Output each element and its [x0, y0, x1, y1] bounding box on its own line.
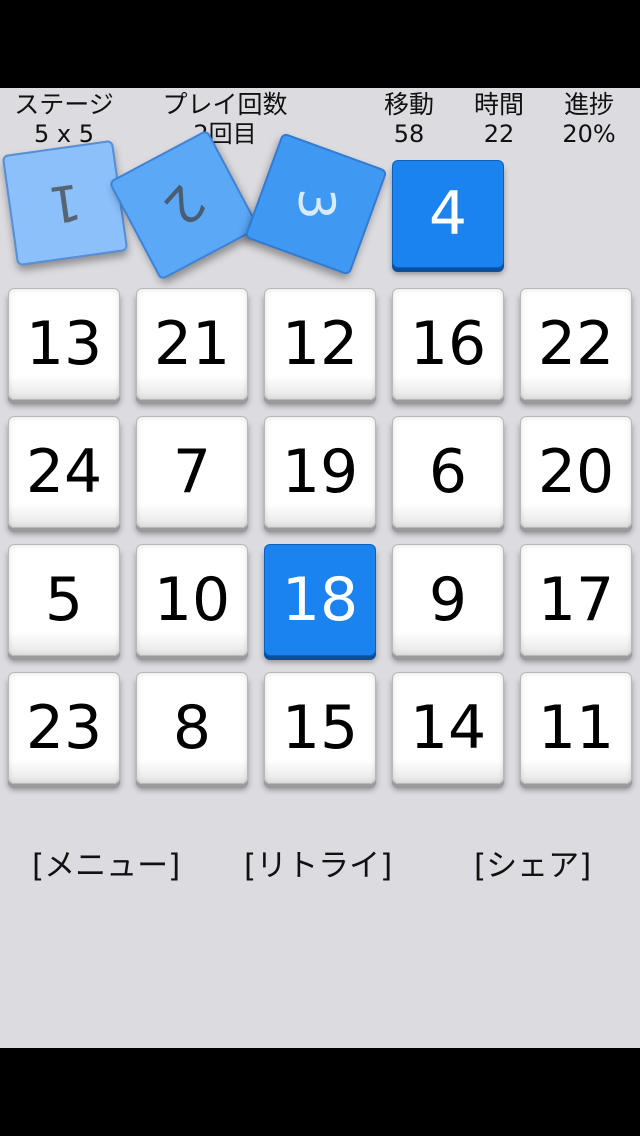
- board-tile-number: 24: [25, 437, 103, 507]
- board-tile[interactable]: 6: [392, 416, 504, 528]
- board-tile[interactable]: 8: [136, 672, 248, 784]
- board-tile-number: 7: [172, 437, 212, 507]
- board-tile[interactable]: 10: [136, 544, 248, 656]
- board-tile[interactable]: 19: [264, 416, 376, 528]
- board-tile-number: 15: [281, 693, 359, 763]
- board-tile[interactable]: 15: [264, 672, 376, 784]
- next-target-tile: 4: [392, 160, 504, 268]
- completed-tile-1: 1: [1, 139, 129, 267]
- board-tile[interactable]: 9: [392, 544, 504, 656]
- completed-tile-2: 2: [108, 129, 260, 281]
- board-tile-number: 18: [281, 565, 359, 635]
- board-tile[interactable]: 14: [392, 672, 504, 784]
- board-tile[interactable]: 22: [520, 288, 632, 400]
- time-value: 22: [483, 120, 515, 148]
- board-tile[interactable]: 11: [520, 672, 632, 784]
- next-target-number: 4: [428, 179, 468, 249]
- board-tile-number: 19: [281, 437, 359, 507]
- retry-button[interactable]: [リトライ]: [244, 840, 392, 885]
- board-tile[interactable]: 7: [136, 416, 248, 528]
- board-tile-number: 10: [153, 565, 231, 635]
- board-tile-number: 17: [537, 565, 615, 635]
- board-tile[interactable]: 16: [392, 288, 504, 400]
- stage-stat: ステージ 5 x 5: [6, 90, 122, 148]
- game-screen: ステージ 5 x 5 プレイ回数 2回目 移動 58 時間 22 進捗 20% …: [0, 88, 640, 1048]
- board-tile[interactable]: 18: [264, 544, 376, 656]
- board-tile[interactable]: 5: [8, 544, 120, 656]
- board-tile-number: 5: [44, 565, 84, 635]
- time-stat: 時間 22: [464, 90, 534, 148]
- board-tile-number: 14: [409, 693, 487, 763]
- board-tile[interactable]: 12: [264, 288, 376, 400]
- board-tile-number: 11: [537, 693, 615, 763]
- board-tile-number: 20: [537, 437, 615, 507]
- moves-stat: 移動 58: [374, 90, 444, 148]
- completed-tile-2-number: 2: [151, 173, 217, 237]
- board-tile[interactable]: 21: [136, 288, 248, 400]
- board-tile-number: 23: [25, 693, 103, 763]
- completed-tile-1-number: 1: [45, 172, 85, 234]
- board-tile-number: 9: [428, 565, 468, 635]
- stage-label: ステージ: [14, 90, 114, 119]
- progress-stat: 進捗 20%: [552, 90, 626, 148]
- completed-tile-3: 3: [244, 132, 388, 276]
- board-tile-number: 22: [537, 309, 615, 379]
- board-tile-number: 6: [428, 437, 468, 507]
- board-tile-number: 13: [25, 309, 103, 379]
- board-tile-number: 16: [409, 309, 487, 379]
- time-label: 時間: [473, 90, 524, 119]
- moves-value: 58: [393, 120, 425, 148]
- menu-button[interactable]: [メニュー]: [32, 840, 180, 885]
- play-count-stat: プレイ回数 2回目: [150, 90, 300, 148]
- board-tile-number: 21: [153, 309, 231, 379]
- progress-label: 進捗: [563, 90, 614, 119]
- board-tile[interactable]: 24: [8, 416, 120, 528]
- play-count-label: プレイ回数: [162, 90, 288, 119]
- board-tile[interactable]: 13: [8, 288, 120, 400]
- board-tile[interactable]: 20: [520, 416, 632, 528]
- completed-tile-3-number: 3: [287, 188, 345, 220]
- board-tile[interactable]: 17: [520, 544, 632, 656]
- share-button[interactable]: [シェア]: [474, 840, 591, 885]
- board-tile-number: 12: [281, 309, 359, 379]
- board-tile-number: 8: [172, 693, 212, 763]
- moves-label: 移動: [383, 90, 434, 119]
- progress-value: 20%: [562, 120, 616, 148]
- board-tile[interactable]: 23: [8, 672, 120, 784]
